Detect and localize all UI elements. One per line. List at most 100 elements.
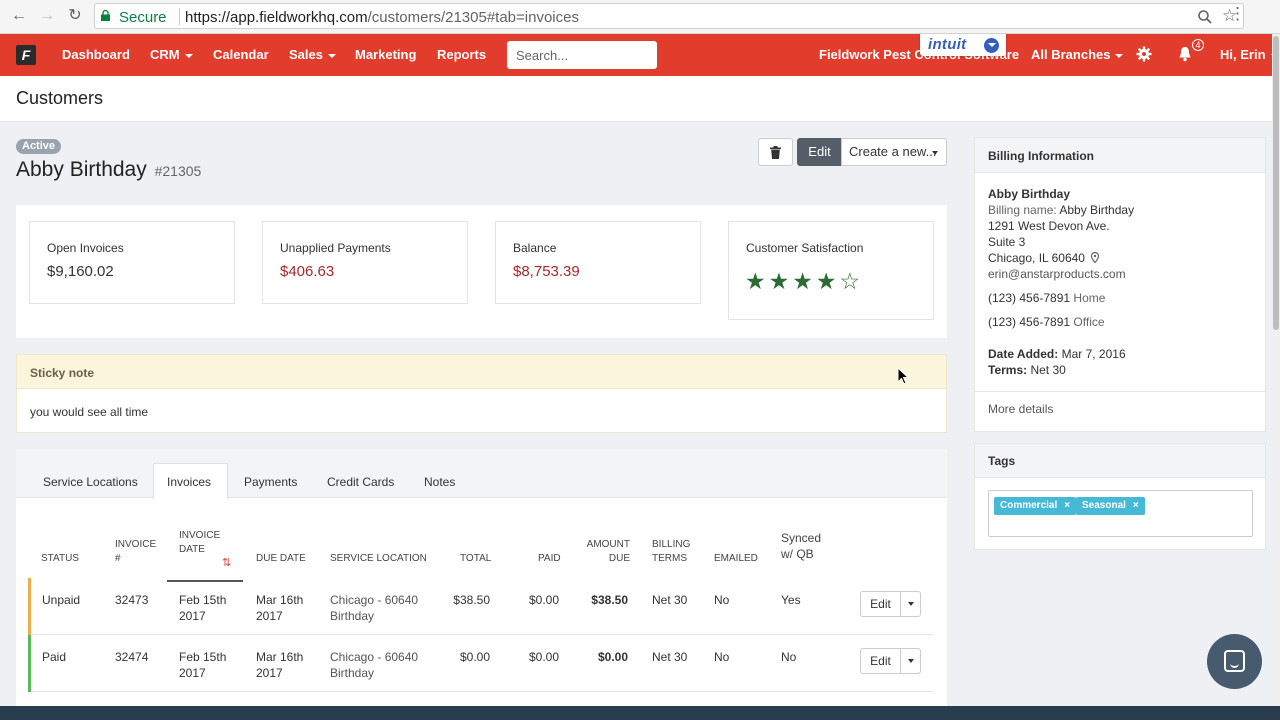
column-header-billing-terms[interactable]: BILLING TERMS bbox=[652, 538, 696, 566]
cell-due-date: Mar 16th 2017 bbox=[256, 650, 304, 680]
edit-button[interactable]: Edit bbox=[797, 138, 842, 166]
tab-invoices[interactable]: Invoices bbox=[167, 475, 211, 489]
cell-total: $38.50 bbox=[453, 593, 490, 607]
cell-paid: $0.00 bbox=[528, 650, 559, 664]
row-edit-button[interactable]: Edit bbox=[861, 649, 901, 673]
star-rating[interactable]: ★★★★☆ bbox=[745, 268, 863, 295]
cell-invoice-number[interactable]: 32473 bbox=[115, 592, 148, 608]
billing-email[interactable]: erin@anstarproducts.com bbox=[988, 267, 1126, 281]
cell-amount-due: $0.00 bbox=[597, 650, 628, 664]
tag-label: Commercial bbox=[1000, 500, 1058, 511]
bell-icon[interactable] bbox=[1178, 46, 1192, 62]
billing-phone-home: (123) 456-7891 Home bbox=[988, 291, 1105, 305]
nav-sales[interactable]: Sales bbox=[289, 47, 336, 62]
open-invoices-label: Open Invoices bbox=[47, 241, 124, 255]
map-marker-icon[interactable] bbox=[1091, 251, 1100, 264]
address-bar[interactable]: Secure https://app.fieldworkhq.com/custo… bbox=[94, 3, 1244, 29]
gear-icon[interactable] bbox=[1136, 46, 1152, 62]
cell-service-location[interactable]: Chicago - 60640 Birthday bbox=[330, 649, 430, 681]
scrollbar-thumb[interactable] bbox=[1273, 36, 1279, 330]
forward-icon[interactable]: → bbox=[36, 5, 58, 27]
column-header-total[interactable]: TOTAL bbox=[460, 552, 491, 566]
url-base: https://app.fieldworkhq.com bbox=[185, 9, 368, 26]
table-row[interactable]: Paid 32474 Feb 15th 2017 Mar 16th 2017 C… bbox=[28, 635, 933, 692]
tab-notes[interactable]: Notes bbox=[424, 475, 455, 489]
cell-paid: $0.00 bbox=[528, 593, 559, 607]
page-scrollbar[interactable] bbox=[1272, 34, 1280, 706]
phone-home-number: (123) 456-7891 bbox=[988, 291, 1071, 305]
date-added-label: Date Added: bbox=[988, 347, 1059, 361]
unapplied-payments-value: $406.63 bbox=[280, 263, 335, 280]
tab-credit-cards[interactable]: Credit Cards bbox=[327, 475, 394, 489]
column-header-due-date[interactable]: DUE DATE bbox=[256, 552, 306, 566]
tab-bar: Service Locations Invoices Payments Cred… bbox=[16, 449, 947, 499]
cell-total: $0.00 bbox=[459, 650, 490, 664]
open-invoices-card: Open Invoices $9,160.02 bbox=[29, 221, 235, 304]
fieldwork-logo[interactable]: F bbox=[16, 45, 36, 65]
nav-crm[interactable]: CRM bbox=[150, 47, 193, 62]
nav-marketing[interactable]: Marketing bbox=[355, 47, 416, 62]
reload-icon[interactable]: ↻ bbox=[64, 5, 86, 27]
billing-header: Billing Information bbox=[975, 138, 1265, 173]
billing-city-line: Chicago, IL 60640 bbox=[988, 251, 1100, 265]
sticky-note-title: Sticky note bbox=[30, 366, 95, 380]
intuit-sync-widget[interactable]: intuit bbox=[920, 34, 1006, 56]
nav-reports[interactable]: Reports bbox=[437, 47, 486, 62]
browser-menu-icon[interactable]: ⋮ bbox=[1229, 4, 1246, 24]
page-content: Customers Active Abby Birthday #21305 Ed… bbox=[0, 76, 1272, 709]
billing-information-panel: Billing Information Abby Birthday Billin… bbox=[974, 137, 1266, 432]
cell-emailed: No bbox=[714, 650, 730, 664]
row-edit-button[interactable]: Edit bbox=[861, 592, 901, 616]
remove-tag-icon[interactable]: × bbox=[1133, 500, 1139, 511]
column-header-paid[interactable]: PAID bbox=[538, 552, 561, 566]
delete-button[interactable] bbox=[758, 138, 793, 166]
url-text[interactable]: https://app.fieldworkhq.com/customers/21… bbox=[185, 9, 579, 26]
sort-descending-icon[interactable]: ⇅ bbox=[222, 556, 231, 569]
cell-status: Unpaid bbox=[42, 593, 81, 607]
customer-heading: Abby Birthday #21305 bbox=[16, 158, 201, 182]
chevron-down-icon[interactable] bbox=[908, 602, 914, 606]
column-header-invoice-number[interactable]: INVOICE # bbox=[115, 538, 160, 566]
column-header-synced[interactable]: Synced w/ QB bbox=[781, 530, 826, 562]
user-menu[interactable]: Hi, Erin bbox=[1220, 47, 1279, 62]
tags-header: Tags bbox=[975, 444, 1265, 478]
billing-name-label: Billing name: bbox=[988, 203, 1057, 217]
tags-input[interactable]: Commercial × Seasonal × bbox=[988, 490, 1253, 537]
chat-launcher-button[interactable] bbox=[1207, 634, 1262, 689]
create-new-dropdown[interactable]: Create a new... bbox=[841, 138, 947, 166]
column-header-emailed[interactable]: EMAILED bbox=[714, 552, 758, 566]
search-input[interactable] bbox=[507, 41, 657, 69]
zoom-icon[interactable] bbox=[1197, 9, 1213, 25]
column-header-amount-due[interactable]: AMOUNT DUE bbox=[582, 538, 630, 566]
branch-selector[interactable]: All Branches bbox=[1031, 47, 1124, 62]
chevron-down-icon bbox=[984, 38, 999, 53]
more-details-link[interactable]: More details bbox=[988, 402, 1053, 416]
nav-calendar[interactable]: Calendar bbox=[213, 47, 269, 62]
tab-payments[interactable]: Payments bbox=[244, 475, 297, 489]
nav-dashboard[interactable]: Dashboard bbox=[62, 47, 130, 62]
tab-service-locations[interactable]: Service Locations bbox=[43, 475, 138, 489]
open-invoices-value: $9,160.02 bbox=[47, 263, 114, 280]
billing-address-line2: Suite 3 bbox=[988, 235, 1026, 249]
back-icon[interactable]: ← bbox=[8, 5, 30, 27]
cell-invoice-date: Feb 15th 2017 bbox=[179, 650, 227, 680]
url-separator bbox=[179, 8, 180, 25]
billing-name-value: Abby Birthday bbox=[1059, 203, 1135, 217]
lock-icon bbox=[101, 10, 110, 21]
remove-tag-icon[interactable]: × bbox=[1064, 500, 1070, 511]
cell-service-location[interactable]: Chicago - 60640 Birthday bbox=[330, 592, 430, 624]
table-row[interactable]: Unpaid 32473 Feb 15th 2017 Mar 16th 2017… bbox=[28, 578, 933, 635]
column-header-invoice-date[interactable]: INVOICE DATE bbox=[179, 529, 223, 557]
column-header-status[interactable]: STATUS bbox=[41, 552, 79, 566]
cell-emailed: No bbox=[714, 593, 730, 607]
row-edit-button-group: Edit bbox=[860, 591, 921, 617]
balance-label: Balance bbox=[513, 241, 557, 255]
cell-invoice-number[interactable]: 32474 bbox=[115, 649, 148, 665]
billing-title: Billing Information bbox=[988, 149, 1094, 163]
billing-phone-office: (123) 456-7891 Office bbox=[988, 315, 1105, 329]
chevron-down-icon[interactable] bbox=[908, 659, 914, 663]
sticky-note-body: you would see all time bbox=[30, 405, 149, 419]
cell-invoice-date: Feb 15th 2017 bbox=[179, 593, 227, 623]
column-header-service-location[interactable]: SERVICE LOCATION bbox=[330, 552, 427, 566]
balance-value: $8,753.39 bbox=[513, 263, 580, 280]
